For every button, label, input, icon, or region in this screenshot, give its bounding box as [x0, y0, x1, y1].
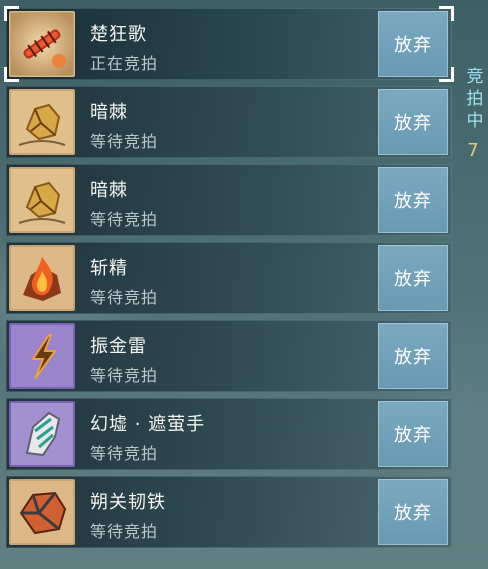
item-status: 正在竞拍: [90, 54, 159, 73]
iron-ore-icon: [9, 479, 75, 545]
item-status: 等待竞拍: [90, 522, 159, 541]
auction-item[interactable]: 斩精 等待竞拍 放弃: [6, 242, 452, 314]
auction-item[interactable]: 朔关韧铁 等待竞拍 放弃: [6, 476, 452, 548]
lightning-icon: [9, 323, 75, 389]
give-up-button[interactable]: 放弃: [378, 245, 448, 311]
auction-item[interactable]: 暗棘 等待竞拍 放弃: [6, 86, 452, 158]
item-name: 楚狂歌: [90, 24, 147, 45]
selection-corner: [4, 67, 19, 82]
auction-item[interactable]: 暗棘 等待竞拍 放弃: [6, 164, 452, 236]
item-name: 幻墟 · 遮萤手: [90, 414, 206, 435]
item-status: 等待竞拍: [90, 288, 159, 307]
auction-item[interactable]: 幻墟 · 遮萤手 等待竞拍 放弃: [6, 398, 452, 470]
cracked-gold-stone-icon: [9, 167, 75, 233]
jade-gauntlet-icon: [9, 401, 75, 467]
auction-list: 楚狂歌 正在竞拍 放弃 暗棘 等待竞拍 放弃 暗棘 等待竞拍 放弃 斩精 等待竞…: [4, 6, 454, 554]
item-name: 朔关韧铁: [90, 492, 166, 513]
item-name: 振金雷: [90, 336, 147, 357]
item-status: 等待竞拍: [90, 210, 159, 229]
item-status: 等待竞拍: [90, 444, 159, 463]
give-up-button[interactable]: 放弃: [378, 401, 448, 467]
item-status: 等待竞拍: [90, 132, 159, 151]
selection-corner: [439, 6, 454, 21]
auction-status-label: 竞拍中: [466, 67, 484, 131]
auction-item[interactable]: 振金雷 等待竞拍 放弃: [6, 320, 452, 392]
give-up-button[interactable]: 放弃: [378, 479, 448, 545]
item-name: 暗棘: [90, 102, 128, 123]
auction-item[interactable]: 楚狂歌 正在竞拍 放弃: [4, 6, 454, 82]
give-up-button[interactable]: 放弃: [378, 11, 448, 77]
item-name: 暗棘: [90, 180, 128, 201]
auction-count: 7: [467, 140, 479, 161]
give-up-button[interactable]: 放弃: [378, 323, 448, 389]
selection-corner: [439, 67, 454, 82]
item-status: 等待竞拍: [90, 366, 159, 385]
cracked-gold-stone-icon: [9, 89, 75, 155]
item-name: 斩精: [90, 258, 128, 279]
give-up-button[interactable]: 放弃: [378, 167, 448, 233]
fire-stone-icon: [9, 245, 75, 311]
give-up-button[interactable]: 放弃: [378, 89, 448, 155]
selection-corner: [4, 6, 19, 21]
